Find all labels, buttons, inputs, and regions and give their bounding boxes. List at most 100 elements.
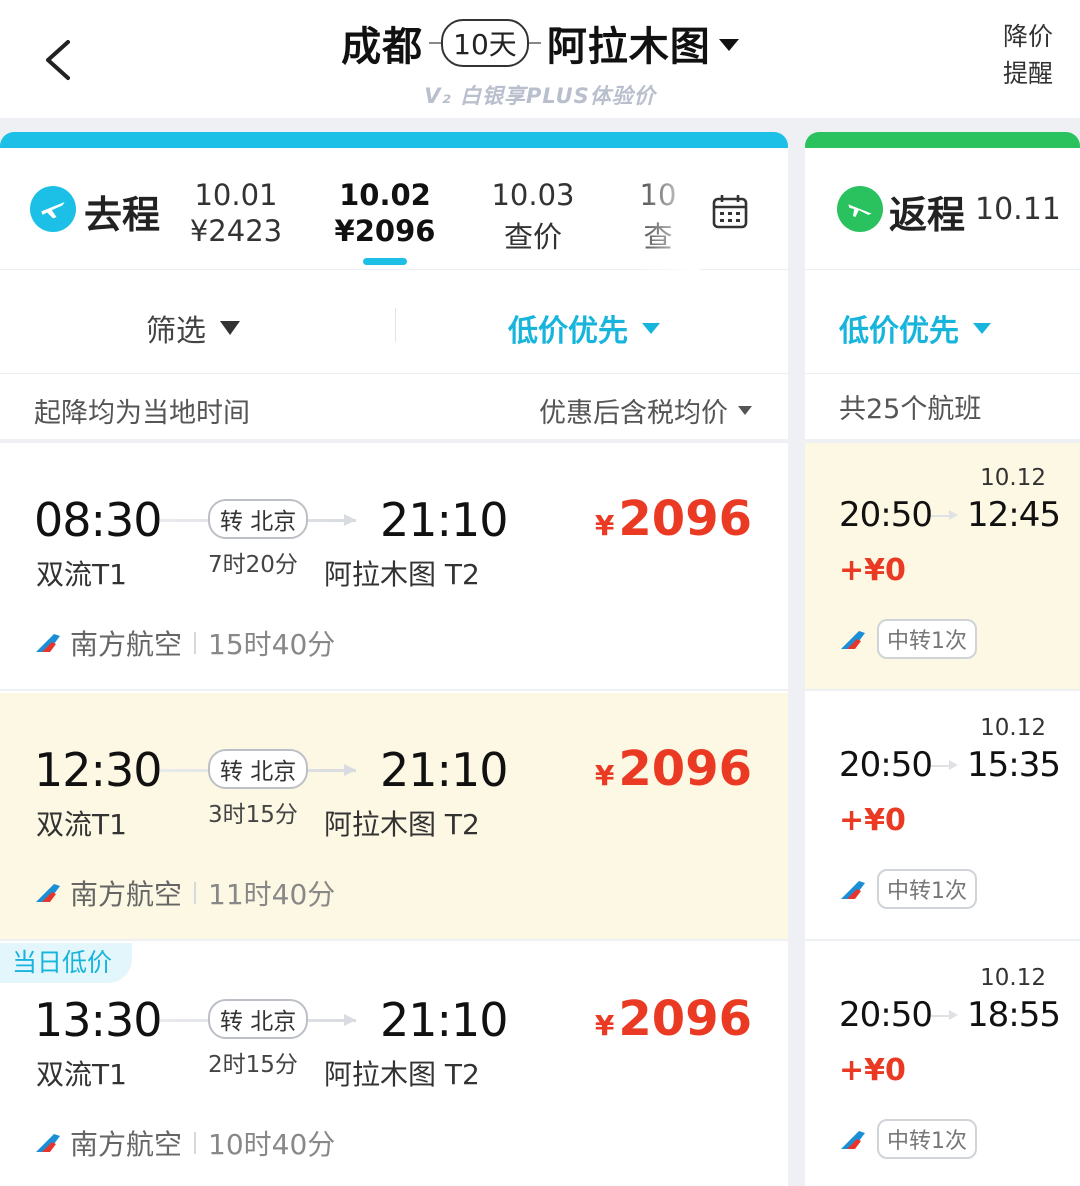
plane-icon (30, 186, 76, 232)
funnel-icon (220, 321, 240, 335)
to-city: 阿拉木图 (546, 24, 711, 70)
total-duration: 10时40分 (208, 1128, 336, 1161)
daily-low-price-badge: 当日低价 (0, 943, 133, 983)
arrival-time: 18:55 (967, 995, 1061, 1035)
flight-card[interactable]: 当日低价 13:30 转 北京 2时15分 21:10 双流T1 阿拉木图 T2… (0, 943, 788, 1186)
arrow-icon (344, 514, 356, 526)
sort-label: 低价优先 (508, 314, 628, 349)
transfer-tag: 转 北京 (208, 749, 309, 789)
airline-name: 南方航空 (70, 628, 183, 661)
price-value: 2096 (618, 991, 752, 1047)
outbound-info-row: 起降均为当地时间 优惠后含税均价 (0, 375, 788, 439)
sort-label: 低价优先 (839, 314, 959, 349)
leg-duration: 3时15分 (208, 802, 298, 828)
total-duration: 15时40分 (208, 628, 336, 661)
departure-time: 20:50 (839, 995, 933, 1035)
price-difference: +¥0 (839, 803, 906, 838)
plane-return-icon (837, 186, 883, 232)
leg-duration: 2时15分 (208, 1052, 298, 1078)
outbound-color-bar (0, 132, 788, 148)
arrival-date: 10.12 (980, 965, 1046, 991)
transfer-tag: 转 北京 (208, 999, 309, 1039)
flight-count: 共25个航班 (839, 394, 982, 425)
price-difference: +¥0 (839, 1053, 906, 1088)
active-date-indicator (363, 258, 407, 265)
airline-tailfin-icon (841, 631, 865, 649)
transfer-count-tag: 中转1次 (877, 869, 977, 909)
header: 成都 10天 阿拉木图 V₂ 白银享PLUS体验价 降价 提醒 (0, 0, 1080, 118)
return-flight-card[interactable]: 10.12 20:50 18:55 +¥0 中转1次 (805, 943, 1080, 1186)
return-panel: 返程 10.11 低价优先 共25个航班 10.12 20:50 12:45 +… (805, 132, 1080, 1186)
filter-button[interactable]: 筛选 (146, 306, 240, 350)
arrival-time: 12:45 (967, 495, 1061, 535)
date-tab-1002[interactable]: 10.02 ¥2096 (334, 178, 436, 248)
airline-info: 南方航空 10时40分 (34, 1123, 335, 1163)
caret-down-icon (642, 322, 660, 334)
arrow-icon (949, 760, 958, 770)
arrival-airport: 阿拉木图 T2 (324, 558, 480, 591)
transfer-count-tag: 中转1次 (877, 619, 977, 659)
return-date: 10.11 (975, 192, 1061, 227)
currency-symbol: ¥ (594, 1009, 615, 1042)
arrival-date: 10.12 (980, 465, 1046, 491)
return-flight-card[interactable]: 10.12 20:50 12:45 +¥0 中转1次 (805, 443, 1080, 691)
date-price: ¥2423 (189, 214, 283, 248)
airline-info: 南方航空 15时40分 (34, 623, 335, 663)
price-alert-line2: 提醒 (1002, 59, 1053, 88)
route-selector[interactable]: 成都 10天 阿拉木图 (0, 14, 1080, 72)
departure-time: 08:30 (34, 493, 163, 547)
airline-tailfin-icon (36, 1134, 60, 1152)
airline-tailfin-icon (36, 634, 60, 652)
arrival-time: 21:10 (380, 743, 509, 797)
outbound-filter-row: 筛选 低价优先 (0, 272, 788, 374)
return-date-row[interactable]: 返程 10.11 (805, 148, 1080, 270)
arrival-airport: 阿拉木图 T2 (324, 1058, 480, 1091)
arrival-time: 15:35 (967, 745, 1061, 785)
arrow-icon (344, 1014, 356, 1026)
departure-airport: 双流T1 (36, 558, 127, 591)
date-price: 查价 (503, 220, 562, 254)
sort-low-price-button[interactable]: 低价优先 (508, 306, 660, 350)
calendar-icon[interactable] (712, 194, 748, 234)
date-tab-1001[interactable]: 10.01 ¥2423 (188, 178, 284, 248)
departure-airport: 双流T1 (36, 808, 127, 841)
price-alert-line1: 降价 (1002, 22, 1053, 51)
return-flight-card[interactable]: 10.12 20:50 15:35 +¥0 中转1次 (805, 693, 1080, 941)
outbound-label: 去程 (84, 193, 161, 237)
price-type-selector[interactable]: 优惠后含税均价 (539, 391, 752, 430)
airline-tailfin-icon (841, 1131, 865, 1149)
outbound-panel: 去程 10.01 ¥2423 10.02 ¥2096 10.03 查价 10 查 (0, 132, 788, 1186)
departure-time: 13:30 (34, 993, 163, 1047)
arrival-time: 21:10 (380, 993, 509, 1047)
arrival-airport: 阿拉木图 T2 (324, 808, 480, 841)
caret-down-icon (973, 322, 991, 334)
date-text: 10.02 (339, 178, 431, 212)
transfer-count-tag: 中转1次 (877, 1119, 977, 1159)
date-tab-1003[interactable]: 10.03 查价 (490, 178, 576, 256)
flight-card[interactable]: 08:30 转 北京 7时20分 21:10 双流T1 阿拉木图 T2 ¥ 20… (0, 443, 788, 691)
filter-label: 筛选 (146, 314, 206, 349)
return-color-bar (805, 132, 1080, 148)
airline-name: 南方航空 (70, 1128, 183, 1161)
airline-name: 南方航空 (70, 878, 183, 911)
date-price: ¥2096 (334, 214, 436, 248)
arrow-icon (949, 1010, 958, 1020)
arrow-icon (949, 510, 958, 520)
total-duration: 11时40分 (208, 878, 336, 911)
arrow-icon (344, 764, 356, 776)
return-info-row: 共25个航班 (805, 375, 1080, 439)
currency-symbol: ¥ (594, 509, 615, 542)
price-alert-button[interactable]: 降价 提醒 (1000, 18, 1056, 92)
leg-duration: 7时20分 (208, 552, 298, 578)
caret-down-icon (718, 39, 739, 51)
return-sort-low-price-button[interactable]: 低价优先 (839, 306, 991, 350)
local-time-note: 起降均为当地时间 (34, 398, 250, 429)
flight-price: ¥ 2096 (595, 491, 752, 547)
date-text: 10.03 (491, 178, 575, 212)
currency-symbol: ¥ (594, 759, 615, 792)
price-difference: +¥0 (839, 553, 906, 588)
flight-card[interactable]: 12:30 转 北京 3时15分 21:10 双流T1 阿拉木图 T2 ¥ 20… (0, 693, 788, 941)
departure-time: 20:50 (839, 745, 933, 785)
flight-price: ¥ 2096 (595, 741, 752, 797)
airline-tailfin-icon (36, 884, 60, 902)
